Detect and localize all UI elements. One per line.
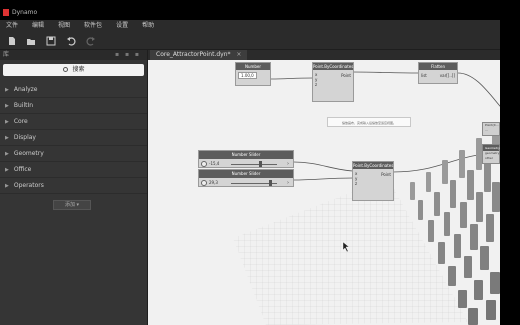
- watch-node[interactable]: Point(X... ...: [482, 122, 500, 136]
- library-category-builtin[interactable]: ▶ BuiltIn: [0, 98, 147, 114]
- slider-value: 29,3: [209, 180, 218, 185]
- graph-canvas[interactable]: Number 1.00,0 Point.ByCoordinates x y z …: [148, 60, 500, 325]
- dynamo-window: Dynamo 文件 编辑 视图 软件包 设置 帮助 库 ▪ ▪ ▪ 搜索 ▶ A…: [0, 0, 520, 325]
- number-node[interactable]: Number 1.00,0: [235, 62, 271, 86]
- undo-icon[interactable]: [66, 36, 76, 46]
- number-value-field[interactable]: 1.00,0: [238, 72, 257, 79]
- window-title: Dynamo: [12, 9, 38, 16]
- library-search-input[interactable]: 搜索: [3, 64, 144, 76]
- node-title: Flatten: [419, 63, 457, 70]
- grid-plane: [233, 178, 468, 325]
- more-icon[interactable]: ›: [287, 161, 289, 167]
- node-title: Number: [236, 63, 270, 70]
- menu-bar: 文件 编辑 视图 软件包 设置 帮助: [0, 20, 500, 32]
- expand-arrow-icon: ▶: [5, 87, 9, 93]
- node-title: Number Slider: [199, 170, 293, 178]
- expand-arrow-icon: ▶: [5, 183, 9, 189]
- point-bycoordinates-node[interactable]: Point.ByCoordinates x y z Point: [312, 62, 354, 102]
- tab-core-attractorpoint[interactable]: Core_AttractorPoint.dyn* ×: [150, 50, 248, 60]
- add-library-button[interactable]: 添加 ▾: [53, 200, 91, 210]
- canvas-tooltip: 缩放画布，完成输入后缩放至适应视图。: [327, 117, 411, 127]
- point-bycoordinates-node-2[interactable]: Point.ByCoordinates x y z Point: [352, 161, 394, 201]
- expand-arrow-icon: ▶: [5, 135, 9, 141]
- number-slider-1[interactable]: Number Slider -15,4 ›: [198, 150, 294, 168]
- open-file-icon[interactable]: [26, 36, 36, 46]
- slider-value: -15,4: [209, 161, 220, 166]
- port-z[interactable]: z: [315, 82, 351, 87]
- output-port[interactable]: Point: [341, 73, 351, 78]
- expand-arrow-icon: ▶: [5, 119, 9, 125]
- dynamo-logo-icon: [3, 9, 9, 16]
- node-title: Point.ByCoordinates: [353, 162, 394, 169]
- menu-settings[interactable]: 设置: [116, 20, 128, 32]
- menu-packages[interactable]: 软件包: [84, 20, 102, 32]
- add-label: 添加: [64, 202, 75, 208]
- screen-edge: [500, 0, 520, 325]
- category-label: BuiltIn: [13, 102, 34, 109]
- new-file-icon[interactable]: [7, 36, 17, 46]
- search-icon: [62, 67, 68, 72]
- more-icon[interactable]: ›: [287, 180, 289, 186]
- save-icon[interactable]: [46, 36, 56, 46]
- search-placeholder: 搜索: [72, 66, 85, 73]
- library-title: 库: [3, 51, 10, 58]
- library-panel: 库 ▪ ▪ ▪ 搜索 ▶ Analyze ▶ BuiltIn ▶ Core ▶ Disp…: [0, 50, 148, 325]
- library-header-buttons[interactable]: ▪ ▪ ▪: [115, 50, 141, 60]
- watch-line: other: [485, 156, 493, 160]
- library-category-geometry[interactable]: ▶ Geometry: [0, 146, 147, 162]
- close-icon[interactable]: ×: [236, 51, 241, 58]
- slider-expand-toggle[interactable]: [201, 180, 207, 186]
- watch-line: ...: [485, 128, 488, 132]
- tab-label: Core_AttractorPoint.dyn*: [156, 51, 231, 58]
- menu-file[interactable]: 文件: [6, 20, 18, 32]
- menu-edit[interactable]: 编辑: [32, 20, 44, 32]
- slider-thumb[interactable]: [259, 161, 262, 167]
- tab-bar: Core_AttractorPoint.dyn* ×: [148, 50, 500, 60]
- library-header: 库 ▪ ▪ ▪: [0, 50, 147, 60]
- category-label: Display: [13, 134, 36, 141]
- title-bar: Dynamo: [0, 6, 500, 20]
- category-label: Office: [13, 166, 32, 173]
- input-port[interactable]: list: [421, 73, 427, 78]
- category-label: Analyze: [13, 86, 38, 93]
- menu-help[interactable]: 帮助: [142, 20, 154, 32]
- geometry-node[interactable]: Geometry geometry other: [482, 144, 500, 164]
- slider-track[interactable]: [231, 164, 277, 165]
- output-port[interactable]: Point: [381, 172, 391, 177]
- number-slider-2[interactable]: Number Slider 29,3 ›: [198, 169, 294, 187]
- node-title: Number Slider: [199, 151, 293, 159]
- library-category-office[interactable]: ▶ Office: [0, 162, 147, 178]
- library-category-operators[interactable]: ▶ Operators: [0, 178, 147, 194]
- slider-thumb[interactable]: [269, 180, 272, 186]
- library-category-analyze[interactable]: ▶ Analyze: [0, 82, 147, 98]
- toolbar: [0, 32, 500, 50]
- library-category-core[interactable]: ▶ Core: [0, 114, 147, 130]
- library-category-display[interactable]: ▶ Display: [0, 130, 147, 146]
- expand-arrow-icon: ▶: [5, 167, 9, 173]
- expand-arrow-icon: ▶: [5, 103, 9, 109]
- category-label: Geometry: [13, 150, 44, 157]
- node-title: Point.ByCoordinates: [313, 63, 354, 70]
- category-label: Core: [13, 118, 28, 125]
- category-label: Operators: [13, 182, 44, 189]
- port-z[interactable]: z: [355, 181, 391, 186]
- expand-arrow-icon: ▶: [5, 151, 9, 157]
- menu-view[interactable]: 视图: [58, 20, 70, 32]
- slider-expand-toggle[interactable]: [201, 161, 207, 167]
- redo-icon[interactable]: [86, 36, 96, 46]
- output-port[interactable]: var[]..[]: [440, 73, 455, 78]
- flatten-node[interactable]: Flatten list var[]..[]: [418, 62, 458, 84]
